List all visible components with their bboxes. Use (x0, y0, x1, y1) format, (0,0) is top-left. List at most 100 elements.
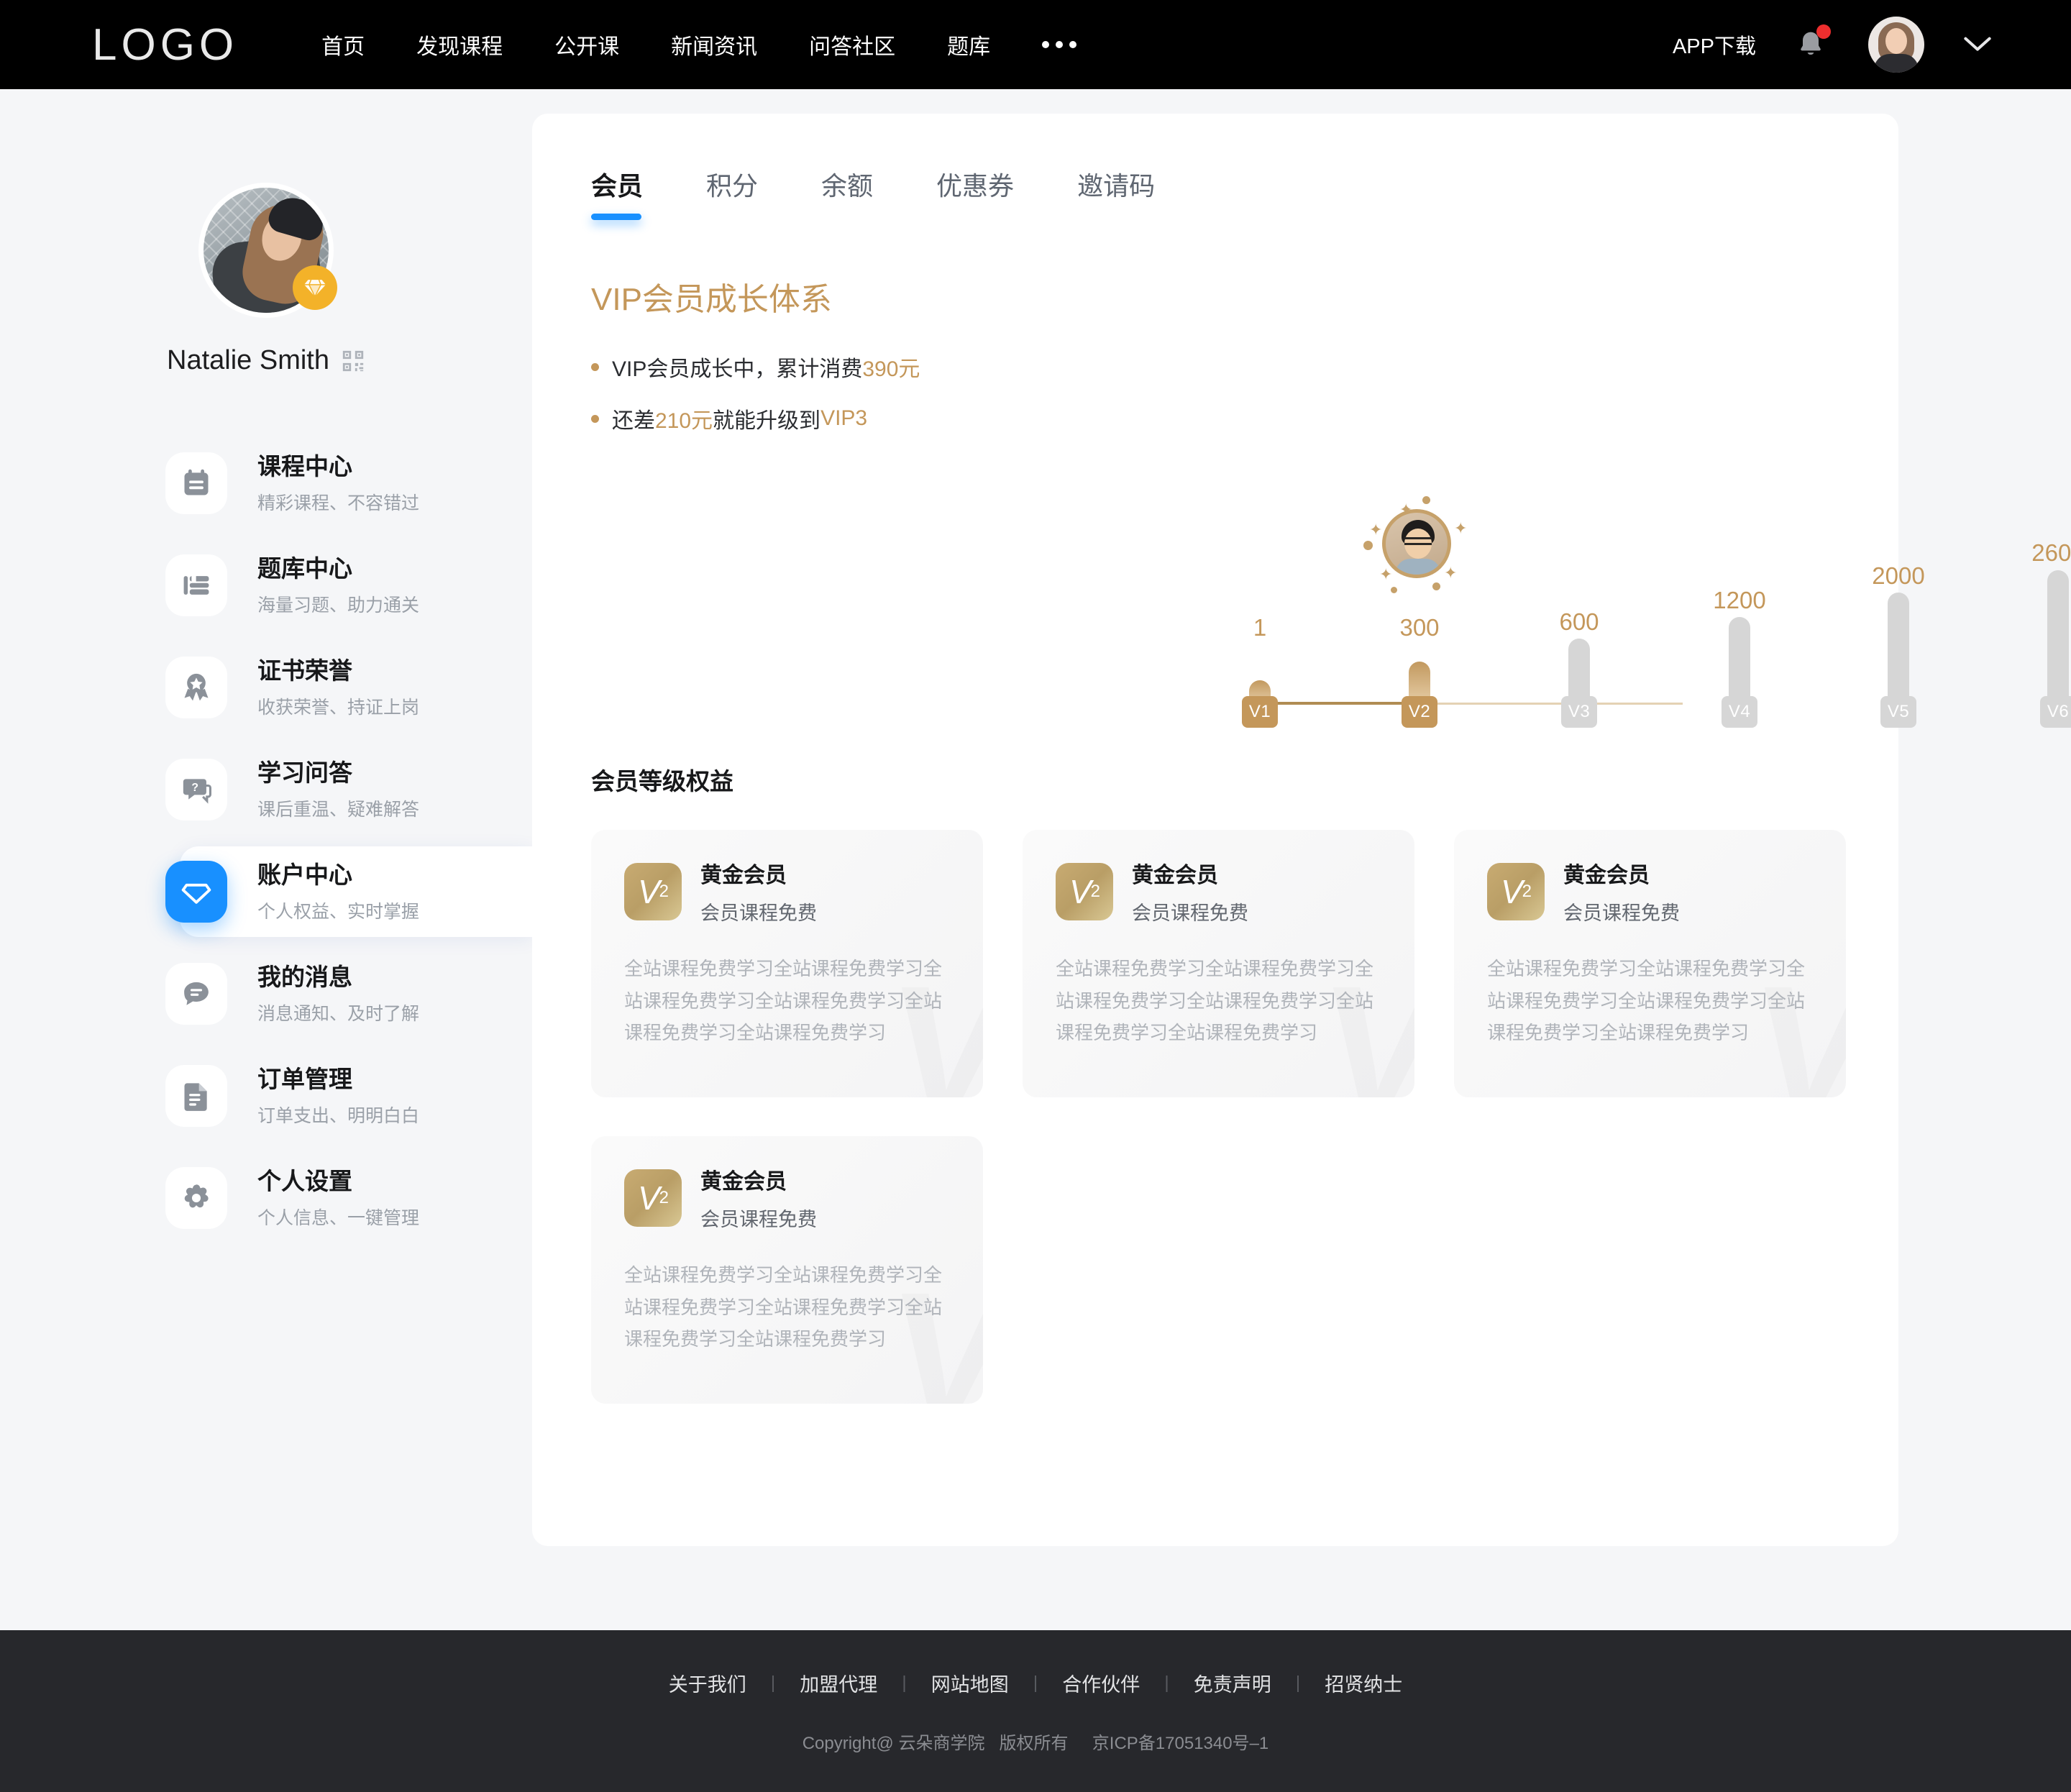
card-title: 黄金会员 (1563, 864, 1650, 887)
tab-coupons[interactable]: 优惠券 (905, 165, 1046, 203)
notification-bell-button[interactable] (1795, 24, 1831, 63)
sidebar-item-title: 我的消息 (257, 964, 352, 991)
nav-link-news[interactable]: 新闻资讯 (645, 29, 783, 60)
sidebar-item-question-bank-center[interactable]: 题库中心 海量习题、助力通关 (0, 534, 532, 636)
page-footer: 关于我们 | 加盟代理 | 网站地图 | 合作伙伴 | 免责声明 | 招贤纳士 … (0, 1630, 2071, 1792)
tab-membership[interactable]: 会员 (591, 165, 675, 220)
level-badge-icon: V2 (1487, 862, 1545, 920)
chart-value-label: 2600 (2031, 539, 2071, 566)
ellipsis-icon[interactable] (1016, 41, 1102, 48)
benefit-card[interactable]: V V2 黄金会员 会员课程免费 全站课程免费学习全站课程免费学习全站课程免费学… (1454, 830, 1846, 1097)
chart-bar (2047, 570, 2069, 703)
sidebar-item-subtitle: 课后重温、疑难解答 (257, 799, 420, 820)
vip-status-lines: VIP会员成长中，累计消费 390元 还差 210元 就能升级到 VIP3 (591, 351, 1898, 434)
chart-level-badge: V5 (1880, 696, 1916, 728)
main-content-panel: 会员 积分 余额 优惠券 邀请码 VIP会员成长体系 VIP会员成长中，累计消费… (532, 114, 2071, 1546)
nav-right-group: APP下载 (1673, 17, 1992, 73)
chevron-down-icon[interactable] (1963, 36, 1992, 53)
gear-icon (165, 1167, 227, 1229)
tab-balance[interactable]: 余额 (790, 165, 905, 203)
chart-level-badge: V1 (1242, 696, 1278, 728)
level-badge-number: 2 (1090, 881, 1100, 901)
sidebar-item-subtitle: 海量习题、助力通关 (257, 595, 420, 616)
vip-diamond-badge (293, 265, 337, 310)
mascot-avatar: ✦ ✦ ✦ ✦ ✦ (1363, 496, 1467, 600)
tab-bar: 会员 积分 余额 优惠券 邀请码 (532, 114, 1898, 220)
card-title: 黄金会员 (700, 1170, 787, 1194)
main-nav-links: 首页 发现课程 公开课 新闻资讯 问答社区 题库 (296, 29, 1102, 60)
vip-line-2-prefix: 还差 (612, 409, 655, 433)
sidebar-item-course-center[interactable]: 课程中心 精彩课程、不容错过 (0, 432, 532, 534)
footer-link-disclaimer[interactable]: 免责声明 (1169, 1669, 1296, 1697)
calendar-icon (165, 452, 227, 514)
chart-level-badge: V4 (1722, 696, 1757, 728)
level-badge-icon: V2 (624, 1169, 682, 1227)
qr-code-icon[interactable] (341, 349, 365, 373)
sidebar-item-title: 个人设置 (257, 1168, 352, 1195)
footer-link-careers[interactable]: 招贤纳士 (1300, 1669, 1427, 1697)
vip-line-1-prefix: VIP会员成长中，累计消费 (612, 357, 863, 381)
user-avatar[interactable] (1868, 17, 1924, 73)
chart-bar (1729, 617, 1750, 703)
profile-avatar[interactable] (198, 183, 337, 318)
nav-link-question-bank[interactable]: 题库 (921, 29, 1016, 60)
vip-line-2-amount: 210元 (655, 409, 713, 433)
benefit-card[interactable]: V V2 黄金会员 会员课程免费 全站课程免费学习全站课程免费学习全站课程免费学… (591, 830, 983, 1097)
card-subtitle: 会员课程免费 (1132, 902, 1248, 924)
card-description: 全站课程免费学习全站课程免费学习全站课程免费学习全站课程免费学习全站课程免费学习… (1056, 958, 1374, 1044)
profile-name-row: Natalie Smith (167, 345, 365, 376)
bullet-dot-icon (591, 362, 599, 371)
footer-link-franchise[interactable]: 加盟代理 (775, 1669, 902, 1697)
bullet-dot-icon (591, 414, 599, 423)
benefit-cards-grid: V V2 黄金会员 会员课程免费 全站课程免费学习全站课程免费学习全站课程免费学… (591, 830, 1846, 1404)
medal-star-icon (165, 657, 227, 718)
message-icon (165, 963, 227, 1025)
vip-line-2-next-level: VIP3 (820, 406, 868, 430)
axis-progress-pending (1420, 703, 1683, 705)
nav-link-open-class[interactable]: 公开课 (529, 29, 645, 60)
chart-level-badge: V3 (1561, 696, 1597, 728)
card-header: V2 黄金会员 会员课程免费 (1056, 857, 1381, 925)
footer-link-about-us[interactable]: 关于我们 (644, 1669, 771, 1697)
nav-link-discover-courses[interactable]: 发现课程 (390, 29, 529, 60)
top-navigation-bar: LOGO 首页 发现课程 公开课 新闻资讯 问答社区 题库 APP下载 (0, 0, 2071, 89)
sidebar-item-subtitle: 订单支出、明明白白 (257, 1105, 420, 1126)
vip-status-line-1: VIP会员成长中，累计消费 390元 (591, 351, 1898, 383)
sidebar-item-title: 证书荣誉 (257, 657, 352, 685)
page-root: LOGO 首页 发现课程 公开课 新闻资讯 问答社区 题库 APP下载 Nata… (0, 0, 2071, 1792)
sidebar-item-title: 课程中心 (257, 453, 352, 480)
diamond-icon (165, 861, 227, 923)
sidebar-item-subtitle: 个人权益、实时掌握 (257, 901, 420, 922)
sidebar-item-subtitle: 精彩课程、不容错过 (257, 493, 420, 513)
site-logo[interactable]: LOGO (92, 19, 238, 70)
notification-badge-dot (1816, 24, 1831, 39)
tab-points[interactable]: 积分 (675, 165, 790, 203)
card-header: V2 黄金会员 会员课程免费 (1487, 857, 1813, 925)
sidebar-item-subtitle: 个人信息、一键管理 (257, 1207, 420, 1228)
footer-link-sitemap[interactable]: 网站地图 (907, 1669, 1033, 1697)
card-title: 黄金会员 (1132, 864, 1218, 887)
benefits-section-title: 会员等级权益 (591, 768, 733, 795)
app-download-link[interactable]: APP下载 (1673, 29, 1756, 60)
footer-link-partners[interactable]: 合作伙伴 (1038, 1669, 1164, 1697)
sidebar-item-title: 学习问答 (257, 759, 352, 787)
level-badge-icon: V2 (1056, 862, 1113, 920)
sidebar-item-study-qa[interactable]: ? 学习问答 课后重温、疑难解答 (0, 739, 532, 841)
sidebar-item-order-management[interactable]: 订单管理 订单支出、明明白白 (0, 1045, 532, 1147)
benefit-card[interactable]: V V2 黄金会员 会员课程免费 全站课程免费学习全站课程免费学习全站课程免费学… (591, 1136, 983, 1404)
benefit-card[interactable]: V V2 黄金会员 会员课程免费 全站课程免费学习全站课程免费学习全站课程免费学… (1023, 830, 1414, 1097)
card-subtitle: 会员课程免费 (1563, 902, 1680, 924)
nav-link-qa-community[interactable]: 问答社区 (783, 29, 921, 60)
profile-block: Natalie Smith (0, 89, 532, 376)
sidebar-item-account-center[interactable]: 账户中心 个人权益、实时掌握 (0, 841, 532, 943)
sidebar-item-subtitle: 消息通知、及时了解 (257, 1003, 420, 1024)
level-badge-number: 2 (659, 881, 669, 901)
sidebar: Natalie Smith 课程中心 精彩课程、不容错过 题库中心 海量习题、助… (0, 89, 532, 1630)
sidebar-item-personal-settings[interactable]: 个人设置 个人信息、一键管理 (0, 1147, 532, 1249)
sidebar-item-certificates[interactable]: 证书荣誉 收获荣誉、持证上岗 (0, 636, 532, 739)
footer-links: 关于我们 | 加盟代理 | 网站地图 | 合作伙伴 | 免责声明 | 招贤纳士 (644, 1669, 1427, 1697)
nav-link-home[interactable]: 首页 (296, 29, 390, 60)
sidebar-item-my-messages[interactable]: 我的消息 消息通知、及时了解 (0, 943, 532, 1045)
tab-invite-code[interactable]: 邀请码 (1046, 165, 1187, 203)
level-badge-number: 2 (1522, 881, 1532, 901)
